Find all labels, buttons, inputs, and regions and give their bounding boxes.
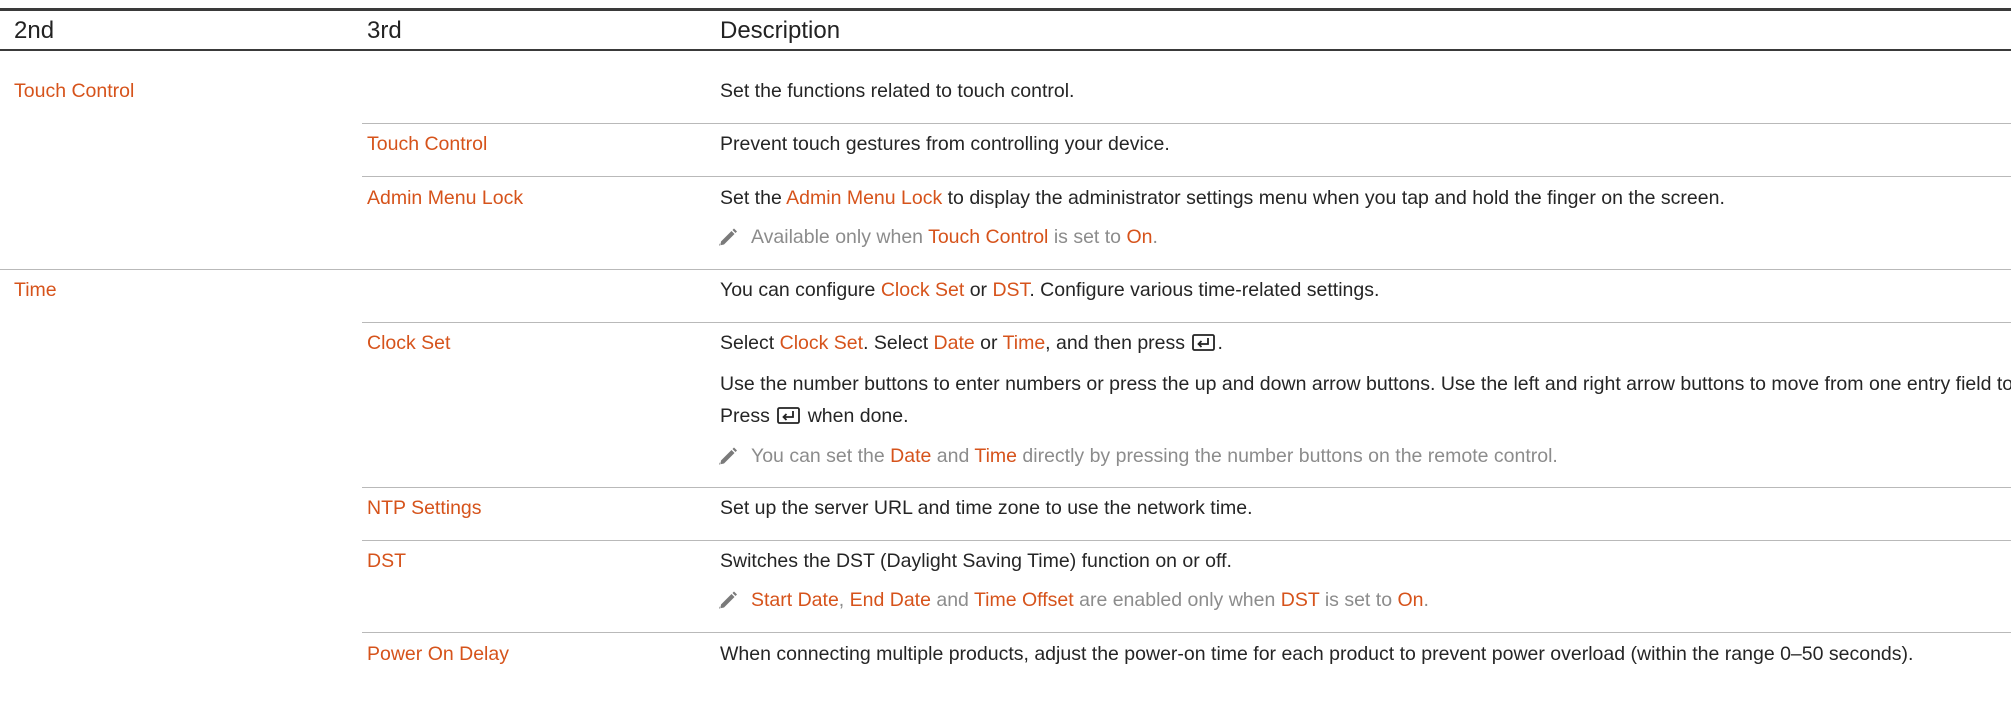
row-clock-set-desc-line1: Select Clock Set. Select Date or Time, a… (720, 332, 1223, 354)
pencil-icon (719, 447, 737, 465)
row-touch-control-2nd[interactable]: Touch Control (14, 78, 134, 105)
row-clock-set[interactable]: Clock Set (367, 330, 450, 357)
section-divider (0, 269, 2011, 270)
row-power-on-delay-desc: When connecting multiple products, adjus… (720, 643, 1914, 665)
row-touch-control-3rd[interactable]: Touch Control (367, 131, 487, 158)
row-ntp-settings[interactable]: NTP Settings (367, 495, 482, 522)
row-touch-control-3rd-desc: Prevent touch gestures from controlling … (720, 133, 1170, 155)
row-clock-set-desc-para2: Use the number buttons to enter numbers … (720, 373, 2011, 427)
header-2nd: 2nd (14, 17, 55, 44)
row-power-on-delay[interactable]: Power On Delay (367, 641, 509, 668)
row-admin-menu-lock-desc: Set the Admin Menu Lock to display the a… (720, 187, 1725, 209)
row-ntp-settings-desc: Set up the server URL and time zone to u… (720, 497, 1253, 519)
divider (362, 123, 2011, 124)
row-time-desc: You can configure Clock Set or DST. Conf… (720, 279, 1380, 301)
enter-key-icon (777, 407, 801, 424)
clock-set-note: You can set the Date and Time directly b… (718, 443, 1558, 470)
divider (362, 487, 2011, 488)
table-top-rule (0, 8, 2011, 11)
row-admin-menu-lock[interactable]: Admin Menu Lock (367, 185, 523, 212)
inline-link: Admin Menu Lock (786, 187, 943, 209)
row-dst[interactable]: DST (367, 548, 406, 575)
row-time-2nd[interactable]: Time (14, 277, 57, 304)
admin-menu-lock-note: Available only when Touch Control is set… (718, 224, 1158, 251)
row-touch-control-desc: Set the functions related to touch contr… (720, 80, 1075, 102)
row-dst-desc: Switches the DST (Daylight Saving Time) … (720, 550, 1232, 572)
divider (362, 176, 2011, 177)
header-bottom-rule (0, 49, 2011, 51)
dst-note: Start Date, End Date and Time Offset are… (718, 587, 1429, 614)
pencil-icon (719, 591, 737, 609)
header-3rd: 3rd (367, 17, 402, 44)
divider (362, 322, 2011, 323)
header-description: Description (720, 17, 841, 44)
settings-table: 2nd 3rd Description Touch Control Set th… (0, 0, 2011, 705)
divider (362, 632, 2011, 633)
divider (362, 540, 2011, 541)
pencil-icon (719, 228, 737, 246)
enter-key-icon (1192, 334, 1216, 351)
